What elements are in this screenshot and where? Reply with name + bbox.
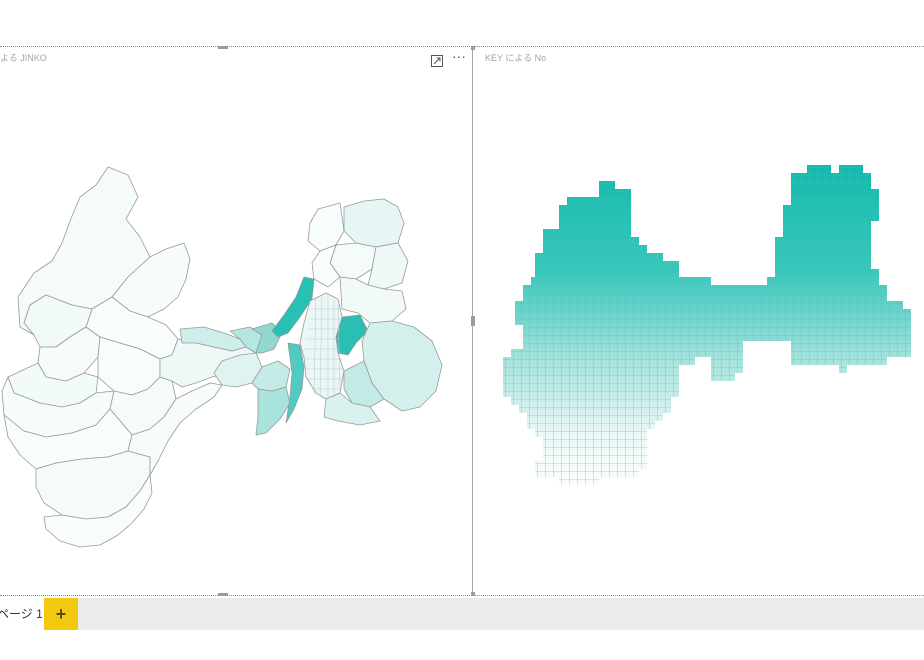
tab-page-1[interactable]: ページ 1 <box>0 598 44 630</box>
region-shape <box>343 198 405 248</box>
grid-mesh-map <box>503 165 911 485</box>
resize-handle[interactable] <box>218 593 228 596</box>
filled-map-visual[interactable]: よる JINKO ··· <box>0 46 475 596</box>
region-shape <box>307 202 345 252</box>
grid-map-visual[interactable]: KEY による No <box>473 47 924 595</box>
resize-handle[interactable] <box>218 46 228 49</box>
region-shape <box>255 386 291 436</box>
tab-label: ページ 1 <box>0 607 43 621</box>
add-page-button[interactable]: + <box>44 598 78 630</box>
report-canvas: よる JINKO ··· KEY による No <box>0 0 924 598</box>
canvas-bottom-border <box>0 595 924 596</box>
region-shape <box>285 342 305 424</box>
page-tab-bar: ページ 1 + <box>0 598 924 630</box>
choropleth-map <box>1 166 443 548</box>
